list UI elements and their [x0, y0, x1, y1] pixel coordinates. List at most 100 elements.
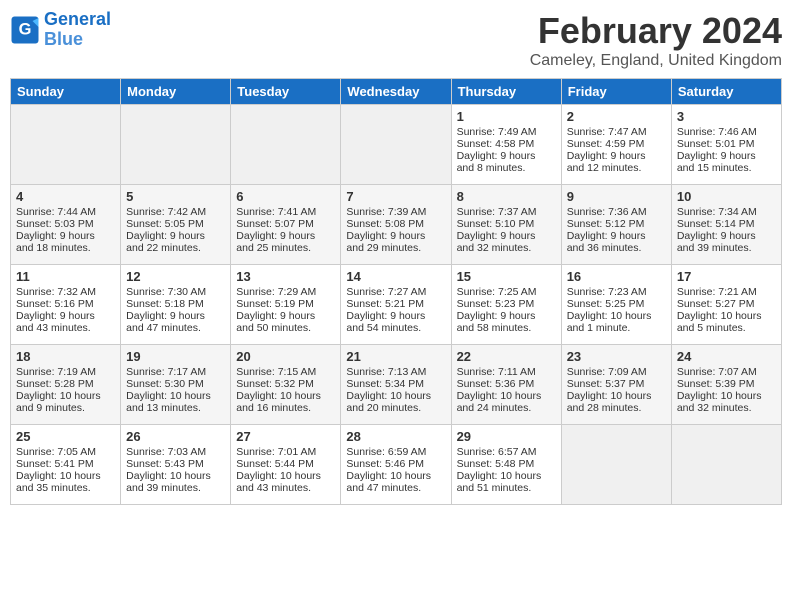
day-number: 20 — [236, 349, 335, 364]
daylight-text: Daylight: 10 hours and 32 minutes. — [677, 390, 762, 414]
calendar-day-cell: 20 Sunrise: 7:15 AM Sunset: 5:32 PM Dayl… — [231, 345, 341, 425]
weekday-header-cell: Saturday — [671, 79, 781, 105]
day-number: 21 — [346, 349, 445, 364]
sunrise-text: Sunrise: 7:46 AM — [677, 126, 757, 138]
logo-name: General Blue — [44, 10, 111, 50]
sunrise-text: Sunrise: 7:23 AM — [567, 286, 647, 298]
day-number: 18 — [16, 349, 115, 364]
daylight-text: Daylight: 10 hours and 13 minutes. — [126, 390, 211, 414]
daylight-text: Daylight: 10 hours and 28 minutes. — [567, 390, 652, 414]
day-number: 13 — [236, 269, 335, 284]
sunrise-text: Sunrise: 7:47 AM — [567, 126, 647, 138]
sunrise-text: Sunrise: 7:01 AM — [236, 446, 316, 458]
sunrise-text: Sunrise: 7:07 AM — [677, 366, 757, 378]
calendar-week-row: 25 Sunrise: 7:05 AM Sunset: 5:41 PM Dayl… — [11, 425, 782, 505]
title-block: February 2024 Cameley, England, United K… — [530, 10, 782, 70]
sunset-text: Sunset: 5:19 PM — [236, 298, 314, 310]
calendar-day-cell: 9 Sunrise: 7:36 AM Sunset: 5:12 PM Dayli… — [561, 185, 671, 265]
day-number: 22 — [457, 349, 556, 364]
day-number: 11 — [16, 269, 115, 284]
sunset-text: Sunset: 5:30 PM — [126, 378, 204, 390]
sunrise-text: Sunrise: 7:41 AM — [236, 206, 316, 218]
day-number: 25 — [16, 429, 115, 444]
sunrise-text: Sunrise: 7:44 AM — [16, 206, 96, 218]
day-number: 29 — [457, 429, 556, 444]
calendar-day-cell: 25 Sunrise: 7:05 AM Sunset: 5:41 PM Dayl… — [11, 425, 121, 505]
day-number: 4 — [16, 189, 115, 204]
daylight-text: Daylight: 9 hours and 50 minutes. — [236, 310, 315, 334]
sunset-text: Sunset: 5:28 PM — [16, 378, 94, 390]
day-number: 24 — [677, 349, 776, 364]
sunset-text: Sunset: 5:01 PM — [677, 138, 755, 150]
calendar-day-cell: 15 Sunrise: 7:25 AM Sunset: 5:23 PM Dayl… — [451, 265, 561, 345]
weekday-header-cell: Sunday — [11, 79, 121, 105]
daylight-text: Daylight: 10 hours and 1 minute. — [567, 310, 652, 334]
sunset-text: Sunset: 5:10 PM — [457, 218, 535, 230]
sunset-text: Sunset: 5:32 PM — [236, 378, 314, 390]
calendar-day-cell: 13 Sunrise: 7:29 AM Sunset: 5:19 PM Dayl… — [231, 265, 341, 345]
daylight-text: Daylight: 10 hours and 47 minutes. — [346, 470, 431, 494]
daylight-text: Daylight: 10 hours and 5 minutes. — [677, 310, 762, 334]
sunrise-text: Sunrise: 7:13 AM — [346, 366, 426, 378]
calendar-day-cell: 1 Sunrise: 7:49 AM Sunset: 4:58 PM Dayli… — [451, 105, 561, 185]
day-number: 27 — [236, 429, 335, 444]
sunrise-text: Sunrise: 7:49 AM — [457, 126, 537, 138]
day-number: 1 — [457, 109, 556, 124]
sunrise-text: Sunrise: 7:29 AM — [236, 286, 316, 298]
sunrise-text: Sunrise: 6:57 AM — [457, 446, 537, 458]
weekday-header-cell: Friday — [561, 79, 671, 105]
daylight-text: Daylight: 9 hours and 15 minutes. — [677, 150, 756, 174]
calendar-day-cell: 4 Sunrise: 7:44 AM Sunset: 5:03 PM Dayli… — [11, 185, 121, 265]
calendar-day-cell: 19 Sunrise: 7:17 AM Sunset: 5:30 PM Dayl… — [121, 345, 231, 425]
sunset-text: Sunset: 5:46 PM — [346, 458, 424, 470]
calendar-week-row: 18 Sunrise: 7:19 AM Sunset: 5:28 PM Dayl… — [11, 345, 782, 425]
calendar-day-cell: 12 Sunrise: 7:30 AM Sunset: 5:18 PM Dayl… — [121, 265, 231, 345]
day-number: 16 — [567, 269, 666, 284]
sunset-text: Sunset: 4:58 PM — [457, 138, 535, 150]
sunset-text: Sunset: 5:39 PM — [677, 378, 755, 390]
sunset-text: Sunset: 5:23 PM — [457, 298, 535, 310]
sunrise-text: Sunrise: 7:27 AM — [346, 286, 426, 298]
sunrise-text: Sunrise: 7:05 AM — [16, 446, 96, 458]
daylight-text: Daylight: 10 hours and 39 minutes. — [126, 470, 211, 494]
day-number: 14 — [346, 269, 445, 284]
sunset-text: Sunset: 5:12 PM — [567, 218, 645, 230]
daylight-text: Daylight: 10 hours and 43 minutes. — [236, 470, 321, 494]
calendar-day-cell: 17 Sunrise: 7:21 AM Sunset: 5:27 PM Dayl… — [671, 265, 781, 345]
day-number: 6 — [236, 189, 335, 204]
calendar-day-cell — [341, 105, 451, 185]
daylight-text: Daylight: 9 hours and 22 minutes. — [126, 230, 205, 254]
calendar-day-cell — [11, 105, 121, 185]
sunrise-text: Sunrise: 7:30 AM — [126, 286, 206, 298]
sunrise-text: Sunrise: 7:37 AM — [457, 206, 537, 218]
daylight-text: Daylight: 10 hours and 9 minutes. — [16, 390, 101, 414]
calendar-day-cell: 26 Sunrise: 7:03 AM Sunset: 5:43 PM Dayl… — [121, 425, 231, 505]
day-number: 5 — [126, 189, 225, 204]
sunrise-text: Sunrise: 7:11 AM — [457, 366, 536, 378]
day-number: 26 — [126, 429, 225, 444]
daylight-text: Daylight: 10 hours and 20 minutes. — [346, 390, 431, 414]
sunset-text: Sunset: 5:03 PM — [16, 218, 94, 230]
sunrise-text: Sunrise: 7:25 AM — [457, 286, 537, 298]
sunrise-text: Sunrise: 7:09 AM — [567, 366, 647, 378]
sunset-text: Sunset: 5:36 PM — [457, 378, 535, 390]
calendar-day-cell: 28 Sunrise: 6:59 AM Sunset: 5:46 PM Dayl… — [341, 425, 451, 505]
day-number: 7 — [346, 189, 445, 204]
day-number: 10 — [677, 189, 776, 204]
sunset-text: Sunset: 5:48 PM — [457, 458, 535, 470]
calendar-day-cell: 6 Sunrise: 7:41 AM Sunset: 5:07 PM Dayli… — [231, 185, 341, 265]
calendar-table: SundayMondayTuesdayWednesdayThursdayFrid… — [10, 78, 782, 505]
sunrise-text: Sunrise: 6:59 AM — [346, 446, 426, 458]
sunrise-text: Sunrise: 7:36 AM — [567, 206, 647, 218]
calendar-day-cell: 14 Sunrise: 7:27 AM Sunset: 5:21 PM Dayl… — [341, 265, 451, 345]
sunset-text: Sunset: 5:37 PM — [567, 378, 645, 390]
calendar-day-cell: 2 Sunrise: 7:47 AM Sunset: 4:59 PM Dayli… — [561, 105, 671, 185]
sunrise-text: Sunrise: 7:42 AM — [126, 206, 206, 218]
daylight-text: Daylight: 9 hours and 39 minutes. — [677, 230, 756, 254]
sunset-text: Sunset: 5:44 PM — [236, 458, 314, 470]
sunset-text: Sunset: 5:18 PM — [126, 298, 204, 310]
calendar-day-cell: 24 Sunrise: 7:07 AM Sunset: 5:39 PM Dayl… — [671, 345, 781, 425]
sunset-text: Sunset: 5:05 PM — [126, 218, 204, 230]
sunset-text: Sunset: 4:59 PM — [567, 138, 645, 150]
daylight-text: Daylight: 10 hours and 51 minutes. — [457, 470, 542, 494]
